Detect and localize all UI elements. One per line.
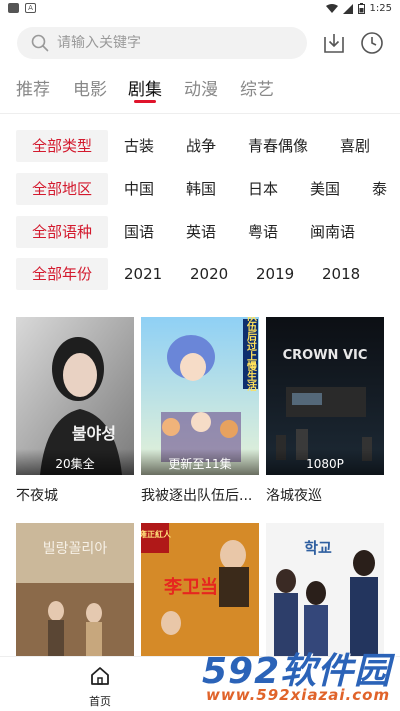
- battery-icon: [357, 3, 365, 14]
- tab-variety[interactable]: 综艺: [240, 75, 274, 100]
- filter-row-type: 全部类型 古装 战争 青春偶像 喜剧: [0, 130, 400, 162]
- filter-option[interactable]: 国语: [124, 216, 154, 248]
- filter-option[interactable]: 日本: [248, 173, 278, 205]
- filter-option[interactable]: 2021: [124, 258, 162, 290]
- filter-option[interactable]: 泰: [372, 173, 387, 205]
- filter-option[interactable]: 英语: [186, 216, 216, 248]
- filter-option[interactable]: 青春偶像: [248, 130, 308, 162]
- filter-option[interactable]: 战争: [186, 130, 216, 162]
- filter-option[interactable]: 闽南语: [310, 216, 355, 248]
- watermark-url: www.592xiazai.com: [206, 686, 391, 704]
- poster-image[interactable]: 학교: [266, 523, 384, 656]
- nav-home-label: 首页: [89, 695, 111, 708]
- filter-option[interactable]: 粤语: [248, 216, 278, 248]
- download-icon[interactable]: [322, 31, 346, 55]
- filter-all-years[interactable]: 全部年份: [16, 258, 108, 290]
- tab-recommend[interactable]: 推荐: [16, 75, 50, 100]
- wifi-icon: [325, 3, 338, 13]
- search-icon: [31, 34, 49, 52]
- episode-badge: 20集全: [16, 449, 134, 475]
- tab-anime[interactable]: 动漫: [184, 75, 218, 100]
- search-bar[interactable]: [17, 27, 307, 59]
- card-title[interactable]: 不夜城: [16, 485, 134, 505]
- poster-title-text: 학교: [304, 539, 332, 557]
- active-tab-indicator: [134, 100, 156, 103]
- nav-home[interactable]: 首页: [80, 665, 120, 709]
- filter-row-language: 全部语种 国语 英语 粤语 闽南语: [0, 216, 400, 248]
- filter-all-regions[interactable]: 全部地区: [16, 173, 108, 205]
- poster-title-text: 빌랑꼴리아: [43, 541, 108, 557]
- poster-logo-text: 불야성: [72, 424, 116, 443]
- poster-image[interactable]: CROWN VIC 1080P: [266, 317, 384, 475]
- category-tabs: 推荐 电影 剧集 动漫 综艺: [0, 75, 400, 105]
- a-notification-icon: A: [25, 3, 36, 13]
- divider: [0, 113, 400, 114]
- filter-option[interactable]: 美国: [310, 173, 340, 205]
- quality-badge: 1080P: [266, 449, 384, 475]
- gallery-icon: [8, 3, 19, 13]
- poster-image[interactable]: 빌랑꼴리아: [16, 523, 134, 656]
- filter-all-types[interactable]: 全部类型: [16, 130, 108, 162]
- card-title[interactable]: 我被逐出队伍后...: [141, 485, 259, 505]
- filter-option[interactable]: 2020: [190, 258, 228, 290]
- filter-option[interactable]: 韩国: [186, 173, 216, 205]
- filter-option[interactable]: 喜剧: [340, 130, 370, 162]
- filter-option[interactable]: 2019: [256, 258, 294, 290]
- filter-option[interactable]: 中国: [124, 173, 154, 205]
- poster-tag-text: 雍正紅人: [141, 529, 172, 539]
- tab-series[interactable]: 剧集: [128, 75, 162, 100]
- filter-option[interactable]: 2018: [322, 258, 360, 290]
- status-bar: A 1:25: [0, 0, 400, 18]
- poster-image[interactable]: 我被逐出队伍后过上慢生活 更新至11集: [141, 317, 259, 475]
- status-time: 1:25: [369, 3, 392, 14]
- filter-option[interactable]: 古装: [124, 130, 154, 162]
- home-icon: [91, 667, 109, 685]
- poster-title-text: CROWN VIC: [283, 348, 368, 363]
- signal-icon: [342, 3, 353, 14]
- card-title[interactable]: 洛城夜巡: [266, 485, 384, 505]
- filter-all-languages[interactable]: 全部语种: [16, 216, 108, 248]
- history-clock-icon[interactable]: [360, 31, 384, 55]
- tab-movies[interactable]: 电影: [73, 75, 107, 100]
- search-input[interactable]: [57, 35, 277, 51]
- episode-badge: 更新至11集: [141, 449, 259, 475]
- filter-row-region: 全部地区 中国 韩国 日本 美国 泰: [0, 173, 400, 205]
- filter-row-year: 全部年份 2021 2020 2019 2018: [0, 258, 400, 290]
- poster-image[interactable]: 불야성 20集全: [16, 317, 134, 475]
- poster-image[interactable]: 雍正紅人 李卫当官: [141, 523, 259, 656]
